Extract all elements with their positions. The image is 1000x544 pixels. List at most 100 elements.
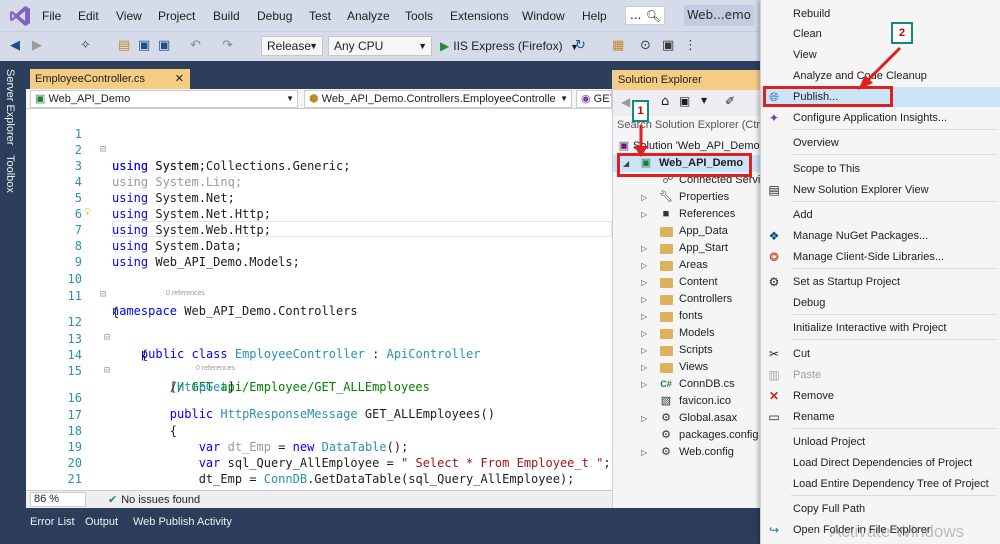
web-publish-activity-tab[interactable]: Web Publish Activity (133, 516, 232, 528)
menu-tools[interactable]: Tools (405, 9, 433, 23)
collapsed-arrow-icon[interactable]: ▷ (641, 342, 647, 359)
collapsed-arrow-icon[interactable]: ▷ (641, 291, 647, 308)
save-icon[interactable]: ▣ (138, 38, 150, 53)
undo-icon[interactable]: ↶ (190, 38, 201, 53)
member-dropdown[interactable]: ◉ GET (576, 90, 612, 108)
refresh-icon[interactable]: ↻ (575, 38, 586, 53)
find-icon[interactable]: ⊙ (640, 38, 651, 53)
collapsed-arrow-icon[interactable]: ▷ (641, 240, 647, 257)
code-editor[interactable]: 💡︎ 1 ⊟ using System; 2 using System.Coll… (26, 109, 612, 490)
redo-icon[interactable]: ↷ (222, 38, 233, 53)
forward-icon[interactable]: ▶ (32, 38, 42, 53)
pending-changes-icon[interactable]: ✐ (725, 94, 735, 108)
error-list-tab[interactable]: Error List (30, 516, 75, 528)
menu-item-remove[interactable]: ✕ Remove (761, 386, 1000, 406)
menu-item-scope-to-this[interactable]: Scope to This (761, 159, 1000, 179)
tree-item[interactable]: ▷ App_Start (613, 240, 763, 257)
new-project-icon[interactable]: ✧ (80, 38, 91, 53)
tree-item[interactable]: ▷ ⚙ Global.asax (613, 410, 763, 427)
menu-item-client-libraries[interactable]: ⭗ Manage Client-Side Libraries... (761, 247, 1000, 267)
menu-item-copy-path[interactable]: Copy Full Path (761, 499, 1000, 519)
menu-item-app-insights[interactable]: ✦ Configure Application Insights... (761, 108, 1000, 128)
server-explorer-tab[interactable]: Server Explorer (4, 69, 16, 145)
tree-item[interactable]: ▷ ■ References (613, 206, 763, 223)
collapsed-arrow-icon[interactable]: ▷ (641, 257, 647, 274)
back-icon[interactable]: ◀ (10, 38, 20, 53)
menu-edit[interactable]: Edit (78, 9, 99, 23)
collapsed-arrow-icon[interactable]: ▷ (641, 410, 647, 427)
editor-tab[interactable]: EmployeeController.cs ✕ (30, 69, 190, 89)
project-dropdown[interactable]: ▣ Web_API_Demo ▼ (30, 90, 298, 108)
menu-help[interactable]: Help (582, 9, 607, 23)
close-icon[interactable]: ✕ (175, 69, 184, 89)
tree-item[interactable]: ▷ Content (613, 274, 763, 291)
tree-item[interactable]: ▷ C# ConnDB.cs (613, 376, 763, 393)
browse-icon[interactable]: ▦ (612, 38, 624, 53)
menu-item-debug[interactable]: Debug (761, 293, 1000, 313)
menu-extensions[interactable]: Extensions (450, 9, 509, 23)
menu-window[interactable]: Window (522, 9, 565, 23)
collapsed-arrow-icon[interactable]: ▷ (641, 325, 647, 342)
tree-item[interactable]: ▷ Controllers (613, 291, 763, 308)
menu-item-analyze-cleanup[interactable]: Analyze and Code Cleanup (761, 66, 1000, 86)
menu-debug[interactable]: Debug (257, 9, 292, 23)
save-all-icon[interactable]: ▣ (158, 38, 170, 53)
platform-combo[interactable]: Any CPU ▼ (328, 36, 432, 56)
class-dropdown[interactable]: ⬢ Web_API_Demo.Controllers.EmployeeContr… (304, 90, 572, 108)
output-tab[interactable]: Output (85, 516, 118, 528)
issues-indicator[interactable]: ✔ No issues found (108, 493, 200, 506)
menu-item-manage-nuget[interactable]: ❖ Manage NuGet Packages... (761, 226, 1000, 246)
tree-item[interactable]: App_Data (613, 223, 763, 240)
collapsed-arrow-icon[interactable]: ▷ (641, 206, 647, 223)
chevron-down-icon[interactable]: ▼ (701, 96, 707, 105)
tree-item[interactable]: ▷ fonts (613, 308, 763, 325)
zoom-dropdown[interactable]: 86 % (30, 492, 86, 507)
collapsed-arrow-icon[interactable]: ▷ (641, 308, 647, 325)
collapsed-arrow-icon[interactable]: ▷ (641, 376, 647, 393)
menu-item-overview[interactable]: Overview (761, 133, 1000, 153)
menu-item-clean[interactable]: Clean (761, 24, 1000, 44)
menu-item-unload[interactable]: Unload Project (761, 432, 1000, 452)
switch-views-icon[interactable]: ▣ (679, 94, 690, 108)
collapsed-arrow-icon[interactable]: ▷ (641, 274, 647, 291)
menu-item-add[interactable]: Add (761, 205, 1000, 225)
collapsed-arrow-icon[interactable]: ▷ (641, 444, 647, 461)
search-box[interactable]: ... 🔍︎ (625, 6, 665, 25)
tree-item[interactable]: ⚙ packages.config (613, 427, 763, 444)
tree-item[interactable]: ▷ Areas (613, 257, 763, 274)
run-button[interactable]: ▶ IIS Express (Firefox) ▼ (440, 39, 579, 53)
tree-item[interactable]: ▷ Models (613, 325, 763, 342)
tree-item[interactable]: ▧ favicon.ico (613, 393, 763, 410)
codelens-references[interactable]: 0 references (166, 289, 205, 298)
menu-analyze[interactable]: Analyze (347, 9, 390, 23)
open-icon[interactable]: ▤ (118, 38, 130, 53)
home-icon[interactable]: ⌂ (661, 94, 669, 109)
menu-item-cut[interactable]: ✂ Cut (761, 344, 1000, 364)
menu-build[interactable]: Build (213, 9, 240, 23)
menu-test[interactable]: Test (309, 9, 331, 23)
toolbox-tab[interactable]: Toolbox (4, 155, 16, 193)
codelens-references[interactable]: 0 references (196, 364, 235, 373)
collapsed-arrow-icon[interactable]: ▷ (641, 189, 647, 206)
menu-file[interactable]: File (42, 9, 61, 23)
tree-item[interactable]: ▷ Views (613, 359, 763, 376)
toolbar-overflow-icon[interactable]: ⋮ (684, 38, 697, 53)
menu-item-rebuild[interactable]: Rebuild (761, 4, 1000, 24)
collapsed-arrow-icon[interactable]: ▷ (641, 359, 647, 376)
back-icon[interactable]: ◀ (621, 95, 630, 109)
menu-item-load-dep-tree[interactable]: Load Entire Dependency Tree of Project (761, 474, 1000, 494)
tree-item[interactable]: ▷ ⚙ Web.config (613, 444, 763, 461)
chevron-down-icon: ▼ (560, 94, 568, 103)
configuration-combo[interactable]: Release ▼ (261, 36, 323, 56)
menu-item-view[interactable]: View (761, 45, 1000, 65)
menu-item-init-interactive[interactable]: Initialize Interactive with Project (761, 318, 1000, 338)
tree-item[interactable]: ▷ 🔧︎ Properties (613, 189, 763, 206)
tree-item[interactable]: ▷ Scripts (613, 342, 763, 359)
menu-item-new-se-view[interactable]: ▤ New Solution Explorer View (761, 180, 1000, 200)
menu-project[interactable]: Project (158, 9, 195, 23)
menu-view[interactable]: View (116, 9, 142, 23)
menu-item-rename[interactable]: ▭ Rename (761, 407, 1000, 427)
menu-item-set-startup[interactable]: ⚙ Set as Startup Project (761, 272, 1000, 292)
menu-item-load-direct-deps[interactable]: Load Direct Dependencies of Project (761, 453, 1000, 473)
screen-icon[interactable]: ▣ (662, 38, 674, 53)
